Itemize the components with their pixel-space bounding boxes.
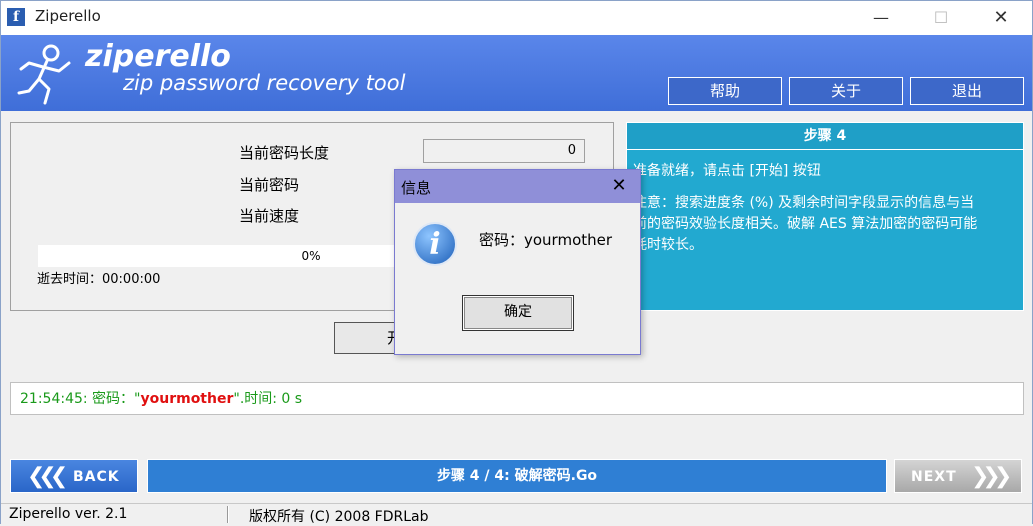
minimize-button[interactable]: — [858,1,904,35]
info-panel: 步骤 4 准备就绪，请点击 [开始] 按钮 注意：搜索进度条 (%) 及剩余时间… [626,122,1024,311]
log-time: 21:54:45: [20,391,88,407]
exit-button[interactable]: 退出 [910,77,1024,105]
elapsed-time: 逝去时间：00:00:00 [37,272,161,287]
dialog-title-bar: 信息 ✕ [395,170,640,203]
logo-title: ziperello [85,39,231,74]
app-icon: f [7,8,25,26]
logo-subtitle: zip password recovery tool [123,71,406,95]
header-banner: ziperello zip password recovery tool 帮助 … [1,35,1032,111]
note-line-2: 前的密码效验长度相关。破解 AES 算法加密的密码可能 [633,216,978,232]
step-header: 步骤 4 [627,123,1023,150]
maximize-button[interactable]: ☐ [918,1,964,35]
back-label: BACK [73,469,120,485]
next-label: NEXT [911,469,957,485]
version-text: Ziperello ver. 2.1 [9,506,128,522]
ok-button[interactable]: 确定 [462,295,574,331]
dialog-message: 密码：yourmother [479,231,613,249]
help-button[interactable]: 帮助 [668,77,782,105]
dialog-close-button[interactable]: ✕ [605,174,633,198]
back-button[interactable]: ❮❮❮ BACK [10,459,138,493]
current-speed-label: 当前速度 [239,207,300,225]
password-length-field: 0 [423,139,585,163]
next-button[interactable]: NEXT ❯❯❯ [894,459,1022,493]
copyright-text: 版权所有 (C) 2008 FDRLab [249,509,429,525]
app-window: f Ziperello — ☐ ✕ ziperello zip password… [0,0,1033,525]
close-button[interactable]: ✕ [978,1,1024,35]
log-suffix: ".时间: 0 s [233,391,303,407]
info-dialog: 信息 ✕ i 密码：yourmother 确定 [394,169,641,355]
current-password-label: 当前密码 [239,176,300,194]
window-title: Ziperello [35,7,101,25]
ready-text: 准备就绪，请点击 [开始] 按钮 [633,163,821,179]
status-separator [227,506,229,523]
chevron-left-icon: ❮❮❮ [27,464,68,489]
note-line-3: 耗时较长。 [633,237,703,253]
log-output: 21:54:45: 密码："yourmother".时间: 0 s [10,382,1024,415]
title-bar: f Ziperello — ☐ ✕ [1,1,1032,35]
chevron-right-icon: ❯❯❯ [971,464,1012,489]
running-figure-icon [17,44,71,105]
dialog-title: 信息 [401,179,432,197]
log-prefix: 密码：" [87,391,141,407]
note-line-1: 注意：搜索进度条 (%) 及剩余时间字段显示的信息与当 [633,195,975,211]
step-progress-bar: 步骤 4 / 4: 破解密码.Go [147,459,887,493]
status-bar: Ziperello ver. 2.1 版权所有 (C) 2008 FDRLab [1,503,1032,525]
about-button[interactable]: 关于 [789,77,903,105]
password-length-label: 当前密码长度 [239,144,330,162]
log-password: yourmother [140,391,234,407]
info-icon: i [413,222,457,266]
